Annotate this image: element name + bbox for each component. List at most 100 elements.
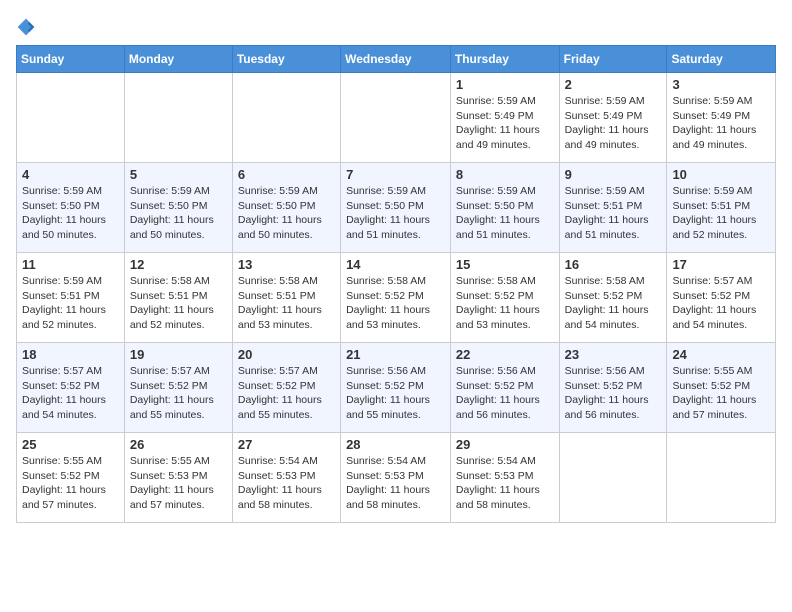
- day-info: Sunrise: 5:59 AM Sunset: 5:50 PM Dayligh…: [456, 184, 554, 243]
- calendar-cell: 12 Sunrise: 5:58 AM Sunset: 5:51 PM Dayli…: [124, 253, 232, 343]
- calendar-cell: 14Sunrise: 5:58 AM Sunset: 5:52 PM Dayli…: [341, 253, 451, 343]
- calendar-cell: 13 Sunrise: 5:58 AM Sunset: 5:51 PM Dayli…: [232, 253, 340, 343]
- day-number: 19: [130, 347, 227, 362]
- day-info: Sunrise: 5:55 AM Sunset: 5:52 PM Dayligh…: [672, 364, 770, 423]
- calendar-cell: 23 Sunrise: 5:56 AM Sunset: 5:52 PM Dayli…: [559, 343, 667, 433]
- calendar-cell: 8 Sunrise: 5:59 AM Sunset: 5:50 PM Daylig…: [450, 163, 559, 253]
- day-number: 25: [22, 437, 119, 452]
- weekday-header-saturday: Saturday: [667, 46, 776, 73]
- day-info: Sunrise: 5:59 AM Sunset: 5:50 PM Dayligh…: [346, 184, 445, 243]
- day-number: 5: [130, 167, 227, 182]
- day-info: Sunrise: 5:57 AM Sunset: 5:52 PM Dayligh…: [238, 364, 335, 423]
- calendar-cell: [17, 73, 125, 163]
- calendar-cell: 19 Sunrise: 5:57 AM Sunset: 5:52 PM Dayli…: [124, 343, 232, 433]
- day-number: 1: [456, 77, 554, 92]
- day-info: Sunrise: 5:58 AM Sunset: 5:51 PM Dayligh…: [130, 274, 227, 333]
- day-number: 11: [22, 257, 119, 272]
- day-info: Sunrise: 5:57 AM Sunset: 5:52 PM Dayligh…: [672, 274, 770, 333]
- day-info: Sunrise: 5:56 AM Sunset: 5:52 PM Dayligh…: [456, 364, 554, 423]
- day-info: Sunrise: 5:59 AM Sunset: 5:49 PM Dayligh…: [456, 94, 554, 153]
- calendar-week-row: 18Sunrise: 5:57 AM Sunset: 5:52 PM Dayli…: [17, 343, 776, 433]
- day-info: Sunrise: 5:59 AM Sunset: 5:50 PM Dayligh…: [130, 184, 227, 243]
- day-info: Sunrise: 5:55 AM Sunset: 5:52 PM Dayligh…: [22, 454, 119, 513]
- day-number: 29: [456, 437, 554, 452]
- day-number: 14: [346, 257, 445, 272]
- day-number: 10: [672, 167, 770, 182]
- day-number: 2: [565, 77, 662, 92]
- weekday-header-thursday: Thursday: [450, 46, 559, 73]
- day-number: 13: [238, 257, 335, 272]
- calendar-cell: 26Sunrise: 5:55 AM Sunset: 5:53 PM Dayli…: [124, 433, 232, 523]
- day-number: 12: [130, 257, 227, 272]
- calendar-week-row: 25 Sunrise: 5:55 AM Sunset: 5:52 PM Dayli…: [17, 433, 776, 523]
- calendar-cell: [559, 433, 667, 523]
- weekday-header-wednesday: Wednesday: [341, 46, 451, 73]
- calendar-cell: 7 Sunrise: 5:59 AM Sunset: 5:50 PM Daylig…: [341, 163, 451, 253]
- calendar-cell: 1 Sunrise: 5:59 AM Sunset: 5:49 PM Daylig…: [450, 73, 559, 163]
- calendar-cell: 21 Sunrise: 5:56 AM Sunset: 5:52 PM Dayli…: [341, 343, 451, 433]
- calendar-cell: 5 Sunrise: 5:59 AM Sunset: 5:50 PM Daylig…: [124, 163, 232, 253]
- calendar-table: SundayMondayTuesdayWednesdayThursdayFrid…: [16, 45, 776, 523]
- day-info: Sunrise: 5:59 AM Sunset: 5:50 PM Dayligh…: [22, 184, 119, 243]
- day-number: 6: [238, 167, 335, 182]
- day-number: 24: [672, 347, 770, 362]
- day-info: Sunrise: 5:58 AM Sunset: 5:52 PM Dayligh…: [565, 274, 662, 333]
- day-info: Sunrise: 5:59 AM Sunset: 5:51 PM Dayligh…: [565, 184, 662, 243]
- day-info: Sunrise: 5:59 AM Sunset: 5:51 PM Dayligh…: [672, 184, 770, 243]
- day-info: Sunrise: 5:57 AM Sunset: 5:52 PM Dayligh…: [22, 364, 119, 423]
- weekday-header-tuesday: Tuesday: [232, 46, 340, 73]
- logo: [16, 16, 38, 37]
- day-info: Sunrise: 5:58 AM Sunset: 5:52 PM Dayligh…: [456, 274, 554, 333]
- calendar-cell: 27 Sunrise: 5:54 AM Sunset: 5:53 PM Dayli…: [232, 433, 340, 523]
- calendar-cell: 16 Sunrise: 5:58 AM Sunset: 5:52 PM Dayli…: [559, 253, 667, 343]
- logo-icon: [16, 17, 36, 37]
- day-number: 21: [346, 347, 445, 362]
- day-number: 27: [238, 437, 335, 452]
- calendar-cell: 17 Sunrise: 5:57 AM Sunset: 5:52 PM Dayli…: [667, 253, 776, 343]
- day-number: 7: [346, 167, 445, 182]
- calendar-cell: 2 Sunrise: 5:59 AM Sunset: 5:49 PM Daylig…: [559, 73, 667, 163]
- calendar-week-row: 11Sunrise: 5:59 AM Sunset: 5:51 PM Dayli…: [17, 253, 776, 343]
- calendar-cell: [124, 73, 232, 163]
- day-info: Sunrise: 5:56 AM Sunset: 5:52 PM Dayligh…: [565, 364, 662, 423]
- day-info: Sunrise: 5:54 AM Sunset: 5:53 PM Dayligh…: [456, 454, 554, 513]
- day-number: 3: [672, 77, 770, 92]
- weekday-header-friday: Friday: [559, 46, 667, 73]
- day-number: 22: [456, 347, 554, 362]
- calendar-cell: 20 Sunrise: 5:57 AM Sunset: 5:52 PM Dayli…: [232, 343, 340, 433]
- page-header: [16, 16, 776, 37]
- calendar-week-row: 4 Sunrise: 5:59 AM Sunset: 5:50 PM Daylig…: [17, 163, 776, 253]
- calendar-cell: [341, 73, 451, 163]
- weekday-header-sunday: Sunday: [17, 46, 125, 73]
- day-number: 8: [456, 167, 554, 182]
- calendar-cell: 24 Sunrise: 5:55 AM Sunset: 5:52 PM Dayli…: [667, 343, 776, 433]
- day-number: 4: [22, 167, 119, 182]
- calendar-cell: 3Sunrise: 5:59 AM Sunset: 5:49 PM Daylig…: [667, 73, 776, 163]
- day-info: Sunrise: 5:58 AM Sunset: 5:51 PM Dayligh…: [238, 274, 335, 333]
- calendar-cell: 10 Sunrise: 5:59 AM Sunset: 5:51 PM Dayli…: [667, 163, 776, 253]
- day-info: Sunrise: 5:59 AM Sunset: 5:50 PM Dayligh…: [238, 184, 335, 243]
- calendar-cell: [667, 433, 776, 523]
- day-number: 28: [346, 437, 445, 452]
- day-info: Sunrise: 5:59 AM Sunset: 5:49 PM Dayligh…: [565, 94, 662, 153]
- calendar-cell: 6 Sunrise: 5:59 AM Sunset: 5:50 PM Daylig…: [232, 163, 340, 253]
- calendar-cell: 4 Sunrise: 5:59 AM Sunset: 5:50 PM Daylig…: [17, 163, 125, 253]
- day-info: Sunrise: 5:56 AM Sunset: 5:52 PM Dayligh…: [346, 364, 445, 423]
- calendar-cell: 11Sunrise: 5:59 AM Sunset: 5:51 PM Dayli…: [17, 253, 125, 343]
- day-info: Sunrise: 5:54 AM Sunset: 5:53 PM Dayligh…: [238, 454, 335, 513]
- day-number: 20: [238, 347, 335, 362]
- day-number: 15: [456, 257, 554, 272]
- day-number: 16: [565, 257, 662, 272]
- weekday-header-row: SundayMondayTuesdayWednesdayThursdayFrid…: [17, 46, 776, 73]
- day-number: 17: [672, 257, 770, 272]
- day-number: 9: [565, 167, 662, 182]
- calendar-cell: [232, 73, 340, 163]
- calendar-cell: 29 Sunrise: 5:54 AM Sunset: 5:53 PM Dayli…: [450, 433, 559, 523]
- weekday-header-monday: Monday: [124, 46, 232, 73]
- calendar-cell: 18Sunrise: 5:57 AM Sunset: 5:52 PM Dayli…: [17, 343, 125, 433]
- day-number: 23: [565, 347, 662, 362]
- calendar-cell: 15 Sunrise: 5:58 AM Sunset: 5:52 PM Dayli…: [450, 253, 559, 343]
- day-number: 26: [130, 437, 227, 452]
- day-info: Sunrise: 5:57 AM Sunset: 5:52 PM Dayligh…: [130, 364, 227, 423]
- day-info: Sunrise: 5:54 AM Sunset: 5:53 PM Dayligh…: [346, 454, 445, 513]
